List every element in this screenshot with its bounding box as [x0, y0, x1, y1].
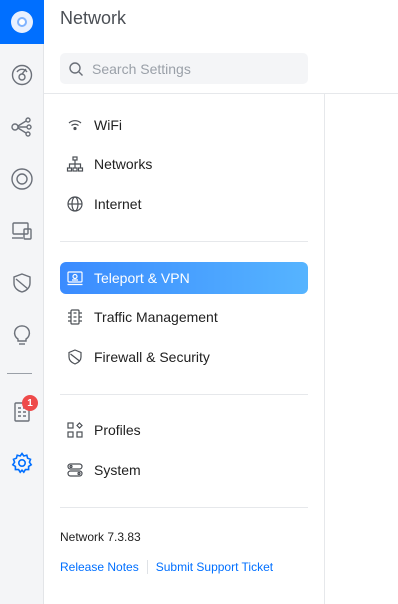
menu-item-internet[interactable]: Internet	[60, 188, 308, 220]
topology-icon[interactable]	[0, 109, 44, 145]
profiles-icon	[67, 422, 83, 438]
search-input[interactable]	[92, 60, 292, 77]
insights-icon[interactable]	[0, 317, 44, 353]
teleport-vpn-icon	[67, 271, 83, 286]
network-topology-icon	[66, 156, 84, 172]
panel-divider	[324, 93, 325, 604]
menu-divider	[60, 241, 308, 242]
globe-icon	[67, 196, 83, 212]
menu-item-traffic-management[interactable]: Traffic Management	[60, 301, 308, 333]
menu-item-label: Profiles	[94, 422, 141, 438]
menu-item-label: System	[94, 462, 141, 478]
settings-icon[interactable]	[0, 445, 44, 481]
footer-links: Release Notes Submit Support Ticket	[60, 560, 273, 574]
menu-item-label: Networks	[94, 156, 153, 172]
header-divider	[44, 93, 398, 94]
devices-icon[interactable]	[0, 161, 44, 197]
search-icon	[69, 61, 83, 76]
rail-divider	[7, 373, 32, 374]
menu-item-firewall-security[interactable]: Firewall & Security	[60, 341, 308, 373]
menu-item-label: Firewall & Security	[94, 349, 210, 365]
menu-item-profiles[interactable]: Profiles	[60, 414, 308, 446]
version-label: Network 7.3.83	[60, 530, 141, 544]
menu-item-label: Teleport & VPN	[94, 270, 190, 286]
menu-divider	[60, 394, 308, 395]
app-rail: 1	[0, 0, 44, 604]
menu-item-wifi[interactable]: WiFi	[60, 109, 308, 141]
security-icon[interactable]	[0, 265, 44, 301]
search-box[interactable]	[60, 53, 308, 84]
menu-divider	[60, 507, 308, 508]
notification-badge: 1	[22, 395, 38, 411]
submit-support-ticket-link[interactable]: Submit Support Ticket	[156, 560, 273, 574]
dashboard-icon[interactable]	[0, 57, 44, 93]
menu-item-label: Internet	[94, 196, 142, 212]
unifi-logo-icon[interactable]	[0, 0, 44, 44]
menu-item-label: WiFi	[94, 117, 122, 133]
wifi-icon	[68, 120, 82, 131]
menu-item-networks[interactable]: Networks	[60, 148, 308, 180]
client-devices-icon[interactable]	[0, 213, 44, 249]
shield-icon	[68, 349, 82, 365]
system-icon	[67, 463, 83, 477]
menu-item-teleport-vpn[interactable]: Teleport & VPN	[60, 262, 308, 294]
page-title: Network	[60, 8, 127, 28]
menu-item-label: Traffic Management	[94, 309, 218, 325]
release-notes-link[interactable]: Release Notes	[60, 560, 139, 574]
traffic-icon	[68, 309, 82, 325]
menu-item-system[interactable]: System	[60, 454, 308, 486]
link-divider	[146, 560, 148, 574]
